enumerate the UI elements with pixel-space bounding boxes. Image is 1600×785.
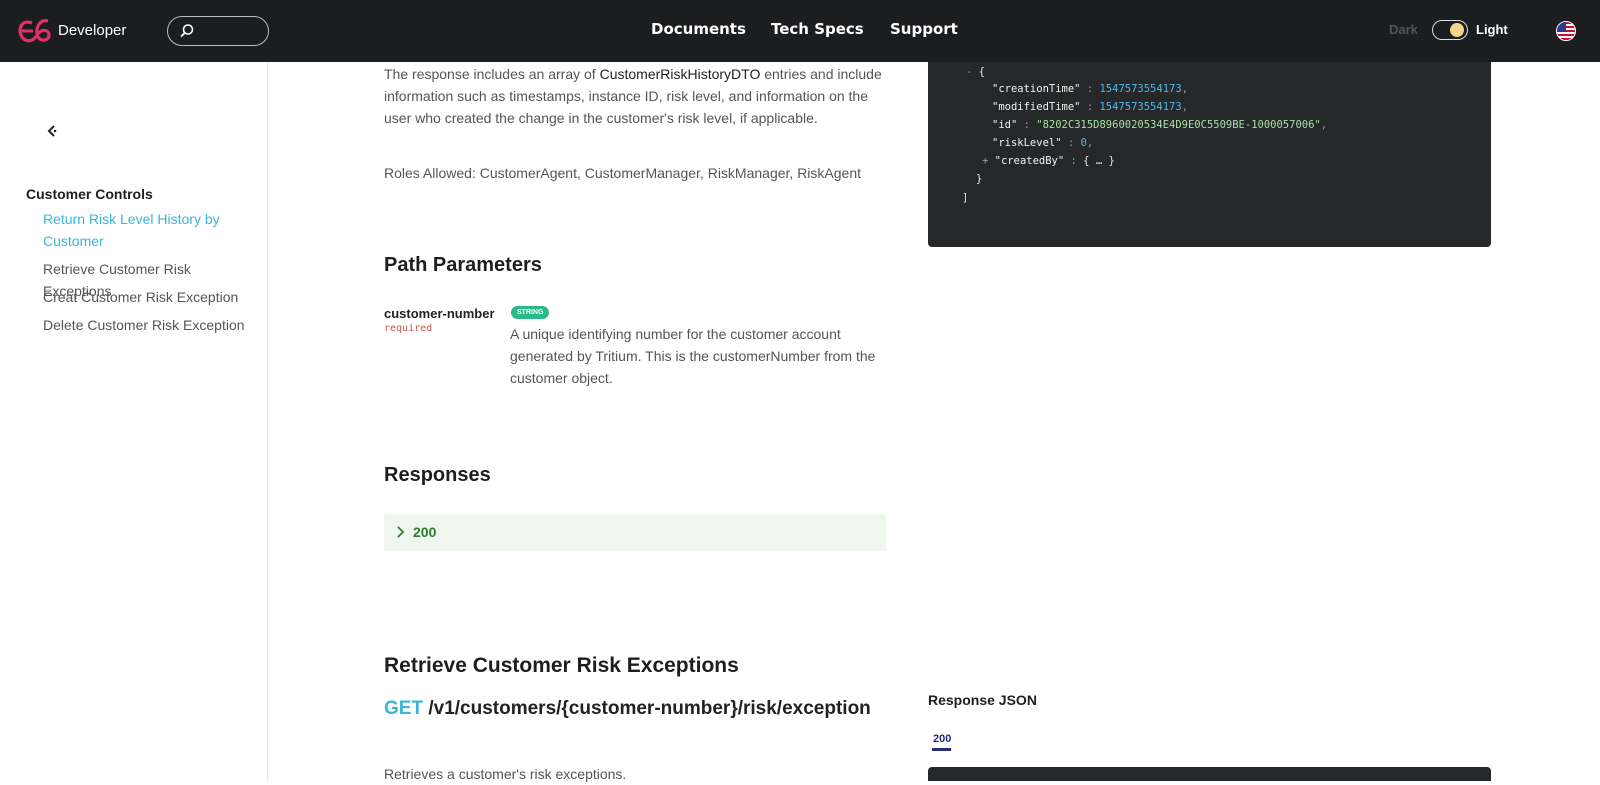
responses-heading: Responses (384, 464, 491, 486)
dto-name: CustomerRiskHistoryDTO (599, 66, 761, 82)
endpoint-path: GET /v1/customers/{customer-number}/risk… (384, 698, 871, 720)
sidebar-section-title: Customer Controls (26, 186, 153, 202)
intro-prefix: The response includes an array of (384, 66, 600, 82)
json-sample-panel: - { "creationTime" : 1547573554173, "mod… (928, 62, 1491, 247)
response-json-heading: Response JSON (928, 692, 1037, 708)
param-required: required (384, 323, 433, 334)
path-parameters-heading: Path Parameters (384, 254, 542, 276)
sidebar-item-delete-risk-exception[interactable]: Delete Customer Risk Exception (43, 314, 263, 336)
nav-support[interactable]: Support (890, 20, 958, 38)
json-line-close-brace: } (976, 173, 983, 185)
collapse-sidebar-icon[interactable] (46, 124, 60, 138)
json-line-id: "id" : "8202C315D8960020534E4D9E0C5509BE… (992, 119, 1328, 131)
json-line-created-by[interactable]: + "createdBy" : { … } (982, 155, 1115, 167)
response-tab-200[interactable]: 200 (933, 733, 951, 745)
json-line-creation-time: "creationTime" : 1547573554173, (992, 83, 1188, 95)
sidebar-item-create-risk-exception[interactable]: Creat Customer Risk Exception (43, 286, 263, 308)
e6-logo-icon[interactable] (16, 17, 52, 45)
response-code: 200 (413, 524, 437, 540)
param-type-badge: STRING (511, 306, 550, 319)
search-input[interactable] (167, 16, 269, 46)
theme-light-label[interactable]: Light (1476, 22, 1508, 37)
theme-dark-label[interactable]: Dark (1389, 22, 1418, 37)
param-name: customer-number (384, 306, 495, 321)
json-line-risk-level: "riskLevel" : 0, (992, 137, 1094, 149)
json-line-modified-time: "modifiedTime" : 1547573554173, (992, 101, 1188, 113)
json-sample-panel-2 (928, 767, 1491, 781)
json-line-open: - { (966, 66, 985, 78)
roles-allowed: Roles Allowed: CustomerAgent, CustomerMa… (384, 165, 861, 181)
us-flag-icon[interactable] (1556, 21, 1576, 41)
http-method: GET (384, 698, 424, 719)
top-navigation-bar: Developer Documents Tech Specs Support D… (0, 0, 1600, 62)
nav-tech-specs[interactable]: Tech Specs (771, 20, 864, 38)
chevron-right-icon (397, 526, 405, 538)
brand-name[interactable]: Developer (58, 22, 126, 39)
json-line-close-bracket: ] (962, 192, 969, 204)
endpoint-url: /v1/customers/{customer-number}/risk/exc… (428, 698, 871, 719)
response-200-accordion[interactable]: 200 (384, 514, 886, 551)
theme-toggle[interactable] (1432, 20, 1468, 40)
active-tab-indicator (932, 748, 951, 751)
sidebar-item-return-risk-level-history[interactable]: Return Risk Level History by Customer (43, 208, 263, 252)
intro-paragraph: The response includes an array of Custom… (384, 63, 894, 129)
section-title-retrieve-exceptions: Retrieve Customer Risk Exceptions (384, 654, 739, 677)
toggle-knob (1450, 23, 1464, 37)
endpoint-description: Retrieves a customer's risk exceptions. (384, 766, 627, 782)
param-description: A unique identifying number for the cust… (510, 326, 876, 386)
sidebar: Customer Controls Return Risk Level Hist… (0, 62, 268, 781)
search-icon (180, 24, 194, 38)
nav-documents[interactable]: Documents (651, 20, 746, 38)
